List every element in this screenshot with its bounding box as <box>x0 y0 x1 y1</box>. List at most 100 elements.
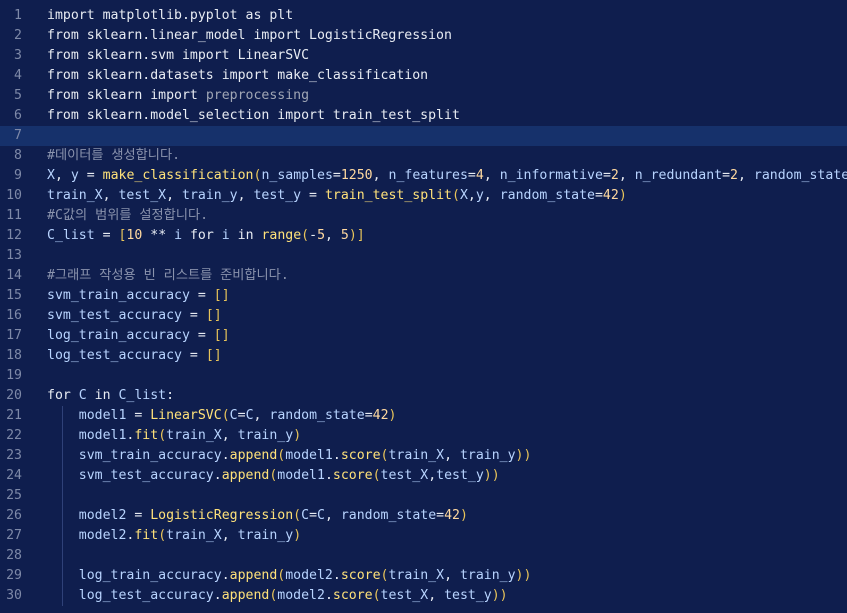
code-text[interactable]: from sklearn.linear_model import Logisti… <box>47 26 452 46</box>
code-token: 1250 <box>340 168 373 183</box>
code-line[interactable]: 13 <box>0 246 847 266</box>
code-token: y <box>475 188 484 203</box>
code-token: ) <box>293 528 302 543</box>
code-line[interactable]: 8 #데이터를 생성합니다. <box>0 146 847 166</box>
code-token: = <box>78 168 103 183</box>
code-text[interactable]: from sklearn import preprocessing <box>47 86 309 106</box>
code-line[interactable]: 12 C_list = [10 ** i for i in range(-5, 5… <box>0 226 847 246</box>
code-line[interactable]: 22 model1.fit(train_X, train_y) <box>0 426 847 446</box>
code-text[interactable]: for C in C_list: <box>47 386 174 406</box>
code-line[interactable]: 10 train_X, test_X, train_y, test_y = tra… <box>0 186 847 206</box>
code-token: ( <box>158 528 167 543</box>
code-text[interactable]: #C값의 범위를 설정합니다. <box>47 206 208 226</box>
code-text[interactable]: train_X, test_X, train_y, test_y = train… <box>47 186 627 206</box>
code-token: from <box>47 48 79 63</box>
line-number: 17 <box>6 328 22 343</box>
code-line[interactable]: 27 model2.fit(train_X, train_y) <box>0 526 847 546</box>
code-token: 42 <box>444 508 460 523</box>
code-line[interactable]: 1 import matplotlib.pyplot as plt <box>0 6 847 26</box>
code-text[interactable]: X, y = make_classification(n_samples=125… <box>47 166 847 186</box>
code-token: = <box>332 168 341 183</box>
code-token: : <box>166 388 175 403</box>
code-line[interactable]: 29 log_train_accuracy.append(model2.scor… <box>0 566 847 586</box>
code-line[interactable]: 20 for C in C_list: <box>0 386 847 406</box>
code-text[interactable]: log_train_accuracy.append(model2.score(t… <box>47 566 532 586</box>
code-token: log_test_accuracy <box>47 348 182 363</box>
code-text[interactable]: C_list = [10 ** i for i in range(-5, 5)] <box>47 226 365 246</box>
code-line[interactable]: 11 #C값의 범위를 설정합니다. <box>0 206 847 226</box>
code-line[interactable]: 3 from sklearn.svm import LinearSVC <box>0 46 847 66</box>
code-line[interactable]: 24 svm_test_accuracy.append(model1.score… <box>0 466 847 486</box>
code-text[interactable]: model2 = LogisticRegression(C=C, random_… <box>47 506 468 526</box>
code-text[interactable]: from sklearn.datasets import make_classi… <box>47 66 428 86</box>
code-token: ) <box>293 428 302 443</box>
code-line[interactable]: 16 svm_test_accuracy = [] <box>0 306 847 326</box>
code-line[interactable]: 5 from sklearn import preprocessing <box>0 86 847 106</box>
code-text[interactable]: from sklearn.svm import LinearSVC <box>47 46 309 66</box>
code-text[interactable]: model1 = LinearSVC(C=C, random_state=42) <box>47 406 397 426</box>
code-token: , <box>372 168 389 183</box>
code-token: i <box>221 228 230 243</box>
code-line[interactable]: 6 from sklearn.model_selection import tra… <box>0 106 847 126</box>
code-text[interactable]: log_train_accuracy = [] <box>47 326 230 346</box>
code-text[interactable]: #그래프 작성용 빈 리스트를 준비합니다. <box>47 266 289 286</box>
code-text[interactable]: log_test_accuracy = [] <box>47 346 222 366</box>
code-token: svm_test_accuracy <box>78 468 214 483</box>
code-text[interactable]: from sklearn.model_selection import trai… <box>47 106 460 126</box>
indent-guide <box>62 406 63 606</box>
code-token: sklearn.linear_model <box>78 28 254 43</box>
code-token: , <box>324 508 341 523</box>
code-token: , <box>102 188 119 203</box>
code-text[interactable]: #데이터를 생성합니다. <box>47 146 180 166</box>
code-token: = <box>126 408 151 423</box>
code-text[interactable]: svm_test_accuracy = [] <box>47 306 222 326</box>
code-token: append <box>221 588 270 603</box>
code-text[interactable]: svm_test_accuracy.append(model1.score(te… <box>47 466 500 486</box>
code-token: log_test_accuracy <box>78 588 214 603</box>
code-token: append <box>229 448 278 463</box>
code-token: ) <box>618 188 627 203</box>
code-token: = <box>181 308 206 323</box>
code-line[interactable]: 21 model1 = LinearSVC(C=C, random_state=… <box>0 406 847 426</box>
code-line[interactable]: 7 <box>0 126 847 146</box>
code-editor[interactable]: 1 import matplotlib.pyplot as plt 2 from sk… <box>0 0 847 613</box>
code-text[interactable]: import matplotlib.pyplot as plt <box>47 6 293 26</box>
code-line[interactable]: 4 from sklearn.datasets import make_class… <box>0 66 847 86</box>
code-text[interactable]: model2.fit(train_X, train_y) <box>47 526 301 546</box>
code-token: matplotlib.pyplot <box>94 8 246 23</box>
code-token: log_train_accuracy <box>47 328 190 343</box>
code-line[interactable]: 23 svm_train_accuracy.append(model1.scor… <box>0 446 847 466</box>
code-line[interactable]: 30 log_test_accuracy.append(model2.score… <box>0 586 847 606</box>
code-token: = <box>722 168 731 183</box>
code-token: C_list <box>47 228 95 243</box>
line-number: 8 <box>14 148 22 163</box>
code-line[interactable]: 18 log_test_accuracy = [] <box>0 346 847 366</box>
code-line[interactable]: 17 log_train_accuracy = [] <box>0 326 847 346</box>
code-line[interactable]: 25 <box>0 486 847 506</box>
code-line[interactable]: 26 model2 = LogisticRegression(C=C, rand… <box>0 506 847 526</box>
code-text[interactable]: log_test_accuracy.append(model2.score(te… <box>47 586 508 606</box>
code-token: = <box>467 168 476 183</box>
code-token: , <box>428 588 445 603</box>
line-number: 5 <box>14 88 22 103</box>
code-token: #그래프 작성용 빈 리스트를 준비합니다. <box>47 268 289 283</box>
code-token: LogisticRegression <box>150 508 294 523</box>
code-token: append <box>221 468 270 483</box>
code-text[interactable]: svm_train_accuracy = [] <box>47 286 230 306</box>
code-token: model2 <box>78 508 127 523</box>
code-line[interactable]: 14 #그래프 작성용 빈 리스트를 준비합니다. <box>0 266 847 286</box>
code-line[interactable]: 28 <box>0 546 847 566</box>
code-token: ** <box>142 228 175 243</box>
code-token: score <box>340 448 381 463</box>
code-line[interactable]: 15 svm_train_accuracy = [] <box>0 286 847 306</box>
code-token: #C값의 범위를 설정합니다. <box>47 208 209 223</box>
code-token: ( <box>221 408 230 423</box>
code-token: train_X <box>47 188 103 203</box>
code-text[interactable]: svm_train_accuracy.append(model1.score(t… <box>47 446 532 466</box>
code-token: train_test_split <box>324 108 460 123</box>
code-text[interactable]: model1.fit(train_X, train_y) <box>47 426 301 446</box>
code-line[interactable]: 9 X, y = make_classification(n_samples=12… <box>0 166 847 186</box>
code-line[interactable]: 19 <box>0 366 847 386</box>
code-line[interactable]: 2 from sklearn.linear_model import Logist… <box>0 26 847 46</box>
code-token: test_y <box>253 188 302 203</box>
